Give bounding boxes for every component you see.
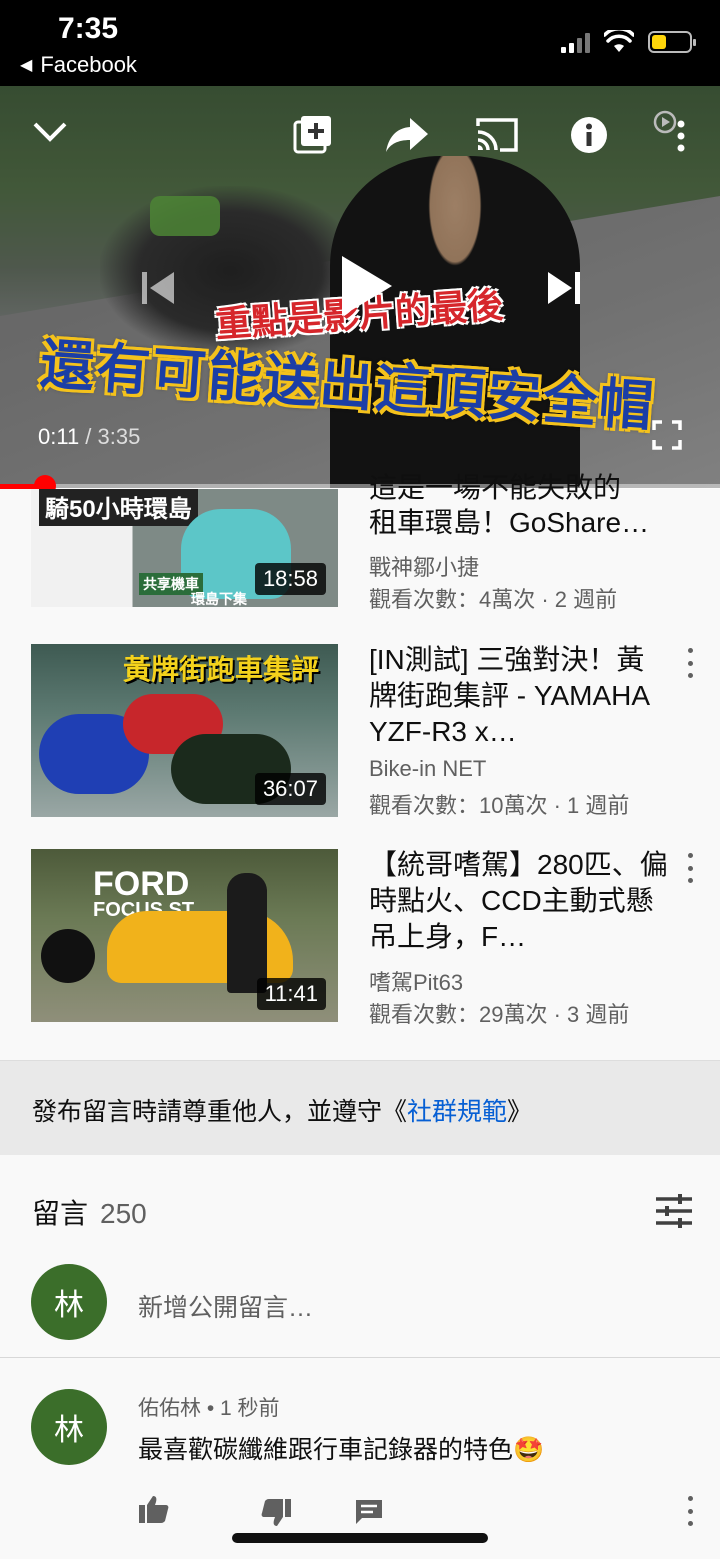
sort-comments-icon[interactable]: [656, 1194, 692, 1228]
video-title-line[interactable]: 租車環島！GoShare…: [369, 505, 669, 541]
video-duration: 18:58: [254, 563, 326, 595]
home-indicator[interactable]: [232, 1533, 488, 1543]
video-channel[interactable]: Bike-in NET: [369, 756, 486, 782]
thumbnail-person: [227, 873, 267, 993]
more-options-icon[interactable]: [676, 120, 686, 152]
video-channel[interactable]: 戰神鄒小捷: [369, 550, 479, 582]
thumbnail-heading: 騎50小時環島: [39, 489, 198, 526]
video-channel[interactable]: 嗜駕Pit63: [369, 965, 463, 997]
comments-header: 留言 250: [32, 1192, 147, 1232]
next-video-icon[interactable]: [544, 268, 584, 308]
comment-menu-icon[interactable]: [680, 1496, 700, 1526]
status-time: 7:35: [58, 12, 119, 45]
status-bar: 7:35 ◀ Facebook: [0, 0, 720, 86]
video-meta: 觀看次數：4萬次 · 2 週前: [369, 587, 618, 610]
battery-icon: [648, 31, 696, 53]
comments-label: 留言: [32, 1198, 89, 1229]
total-time: 3:35: [97, 424, 141, 449]
thumbnail-heading: 黃牌街跑車集評: [123, 654, 320, 685]
video-title[interactable]: [IN測試] 三強對決！黃牌街跑集評 - YAMAHA YZF-R3 x…: [369, 642, 669, 750]
video-duration: 36:07: [254, 773, 326, 805]
thumbnail-channel-logo: [41, 929, 95, 983]
comments-count: 250: [100, 1198, 147, 1229]
time-separator: /: [79, 424, 98, 449]
cellular-signal-icon: [561, 31, 590, 53]
community-guidelines-notice: 發布留言時請尊重他人，並遵守《社群規範》: [0, 1060, 720, 1155]
video-thumbnail[interactable]: 騎50小時環島 共享機車 環島下集 18:58: [31, 489, 338, 607]
video-thumbnail[interactable]: 黃牌街跑車集評 36:07: [31, 644, 338, 817]
info-icon[interactable]: [570, 116, 608, 154]
share-icon[interactable]: [384, 116, 430, 154]
comment-text: 最喜歡碳纖維跟行車記錄器的特色🤩: [138, 1436, 545, 1464]
comment-author-avatar[interactable]: 林: [31, 1389, 107, 1465]
video-item[interactable]: FORD FOCUS ST 11:41 【統哥嗜駕】280匹、偏時點火、CCD主…: [0, 845, 720, 1027]
video-thumbnail[interactable]: FORD FOCUS ST 11:41: [31, 849, 338, 1022]
guidelines-prefix: 發布留言時請尊重他人，並遵守《: [32, 1098, 408, 1126]
cast-icon[interactable]: [474, 116, 520, 154]
dislike-icon[interactable]: [260, 1498, 292, 1528]
back-to-app-link[interactable]: ◀ Facebook: [20, 52, 137, 78]
comment-author-meta: 佑佑林 • 1 秒前: [138, 1397, 280, 1420]
divider: [0, 1357, 720, 1358]
video-duration: 11:41: [256, 978, 326, 1010]
video-menu-icon[interactable]: [680, 648, 700, 678]
community-guidelines-link[interactable]: 社群規範: [407, 1098, 507, 1126]
back-triangle-icon: ◀: [20, 57, 33, 74]
reply-icon[interactable]: [354, 1498, 384, 1526]
video-item[interactable]: 黃牌街跑車集評 36:07 [IN測試] 三強對決！黃牌街跑集評 - YAMAH…: [0, 640, 720, 820]
video-meta: 觀看次數：29萬次 · 3 週前: [369, 1002, 630, 1027]
autoplay-icon[interactable]: [653, 110, 677, 134]
minimize-chevron-icon[interactable]: [32, 120, 68, 144]
status-indicators: [561, 30, 696, 54]
guidelines-suffix: 》: [507, 1098, 533, 1126]
player-time: 0:11 / 3:35: [38, 424, 140, 450]
add-comment-input[interactable]: 新增公開留言…: [138, 1288, 313, 1324]
play-icon[interactable]: [338, 252, 396, 320]
video-player[interactable]: 重點是影片的最後 還有可能送出這頂安全帽 0:11 / 3:35: [0, 86, 720, 488]
video-title[interactable]: 【統哥嗜駕】280匹、偏時點火、CCD主動式懸吊上身，F…: [369, 847, 669, 955]
add-to-playlist-icon[interactable]: [292, 114, 334, 156]
fullscreen-icon[interactable]: [652, 420, 682, 450]
video-meta: 觀看次數：10萬次 · 1 週前: [369, 793, 630, 818]
back-app-label: Facebook: [40, 52, 137, 77]
video-title-line[interactable]: 這是一場不能失敗的: [369, 470, 669, 506]
thumbnail-sub2: 環島下集: [191, 591, 247, 607]
previous-video-icon[interactable]: [138, 268, 178, 308]
current-time: 0:11: [38, 424, 80, 449]
like-icon[interactable]: [138, 1494, 170, 1524]
video-menu-icon[interactable]: [680, 853, 700, 883]
current-user-avatar: 林: [31, 1264, 107, 1340]
wifi-icon: [604, 30, 634, 52]
video-item[interactable]: 騎50小時環島 共享機車 環島下集 18:58 這是一場不能失敗的 租車環島！G…: [0, 470, 720, 610]
